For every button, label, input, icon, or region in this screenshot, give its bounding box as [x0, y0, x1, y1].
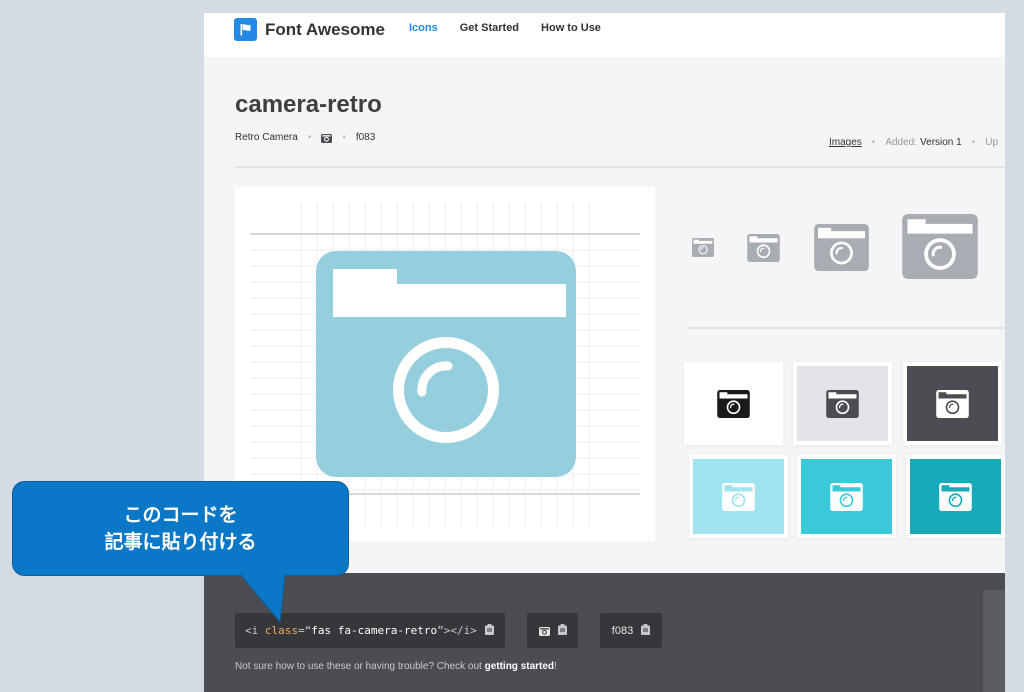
camera-retro-icon [717, 389, 750, 418]
getting-started-link[interactable]: getting started [485, 661, 554, 672]
clipboard-icon[interactable] [557, 622, 567, 640]
added-label: Added: [885, 137, 918, 148]
added-version: Version 1 [920, 137, 962, 148]
icon-label: Retro Camera [235, 132, 298, 143]
separator-dot: • [971, 137, 976, 148]
camera-retro-icon [747, 234, 780, 262]
camera-retro-icon [902, 214, 978, 279]
images-link[interactable]: Images [829, 137, 862, 148]
camera-retro-icon [939, 482, 972, 511]
separator-dot: • [342, 132, 346, 143]
icon-unicode: f083 [355, 132, 376, 143]
code-eq: = [298, 624, 305, 637]
swatch-black-on-white[interactable] [688, 366, 779, 441]
camera-retro-icon [538, 626, 550, 636]
callout-line-2: 記事に貼り付ける [104, 530, 257, 553]
separator-dot: • [307, 132, 312, 143]
camera-retro-icon [936, 389, 969, 418]
camera-retro-icon [814, 224, 869, 271]
nav-get-started[interactable]: Get Started [460, 22, 519, 34]
updated-label: Up [985, 137, 999, 148]
callout-line-1: このコードを [123, 503, 238, 526]
callout-pointer [240, 574, 286, 624]
unicode-copy-box[interactable]: f083 [600, 613, 662, 648]
help-text-end: ! [554, 661, 557, 672]
html-snippet[interactable]: <i class=“fas fa-camera-retro”></i> [235, 624, 477, 637]
camera-retro-icon [692, 238, 714, 257]
icon-title: camera-retro [235, 91, 382, 118]
glyph-copy-box[interactable] [527, 613, 578, 648]
top-navigation-bar: Font Awesome Icons Get Started How to Us… [204, 13, 1005, 57]
help-text: Not sure how to use these or having trou… [235, 661, 557, 672]
icon-size-previews [692, 214, 978, 279]
swatch-dark-on-light[interactable] [797, 366, 888, 441]
clipboard-icon[interactable] [484, 622, 494, 640]
swatch-teal[interactable] [910, 459, 1001, 534]
camera-retro-icon [826, 389, 859, 418]
callout-text: このコードを 記事に貼り付ける [12, 481, 349, 576]
clipboard-icon[interactable] [641, 622, 651, 640]
divider [235, 166, 1005, 168]
separator-dot: • [871, 137, 876, 148]
help-text-body: Not sure how to use these or having trou… [235, 661, 485, 672]
code-quote: ” [437, 624, 444, 637]
flag-icon [234, 18, 257, 41]
camera-retro-icon [722, 482, 755, 511]
unicode-value: f083 [611, 624, 634, 637]
camera-retro-icon [830, 482, 863, 511]
brand-name: Font Awesome [265, 19, 385, 39]
swatch-cyan[interactable] [801, 459, 892, 534]
code-tag-open: <i [245, 624, 265, 637]
icon-details: Images • Added: Version 1 • Up [829, 137, 998, 148]
nav-how-to-use[interactable]: How to Use [541, 22, 601, 34]
code-bar: <i class=“fas fa-camera-retro”></i> f083… [204, 573, 1005, 692]
camera-retro-icon [316, 251, 576, 477]
brand[interactable]: Font Awesome [234, 18, 385, 41]
main-nav: Icons Get Started How to Use [409, 22, 601, 34]
code-class-value: fas fa-camera-retro [311, 624, 438, 637]
camera-retro-icon [321, 133, 333, 143]
swatch-light-cyan[interactable] [693, 459, 784, 534]
divider [688, 327, 1005, 329]
swatch-white-on-dark[interactable] [907, 366, 998, 441]
icon-meta: Retro Camera • • f083 [235, 132, 375, 143]
scrollbar[interactable] [983, 590, 1005, 692]
code-attr: class [264, 624, 298, 637]
nav-icons[interactable]: Icons [409, 22, 438, 34]
code-tag-close: ></i> [443, 624, 477, 637]
font-awesome-page: Font Awesome Icons Get Started How to Us… [204, 13, 1005, 692]
